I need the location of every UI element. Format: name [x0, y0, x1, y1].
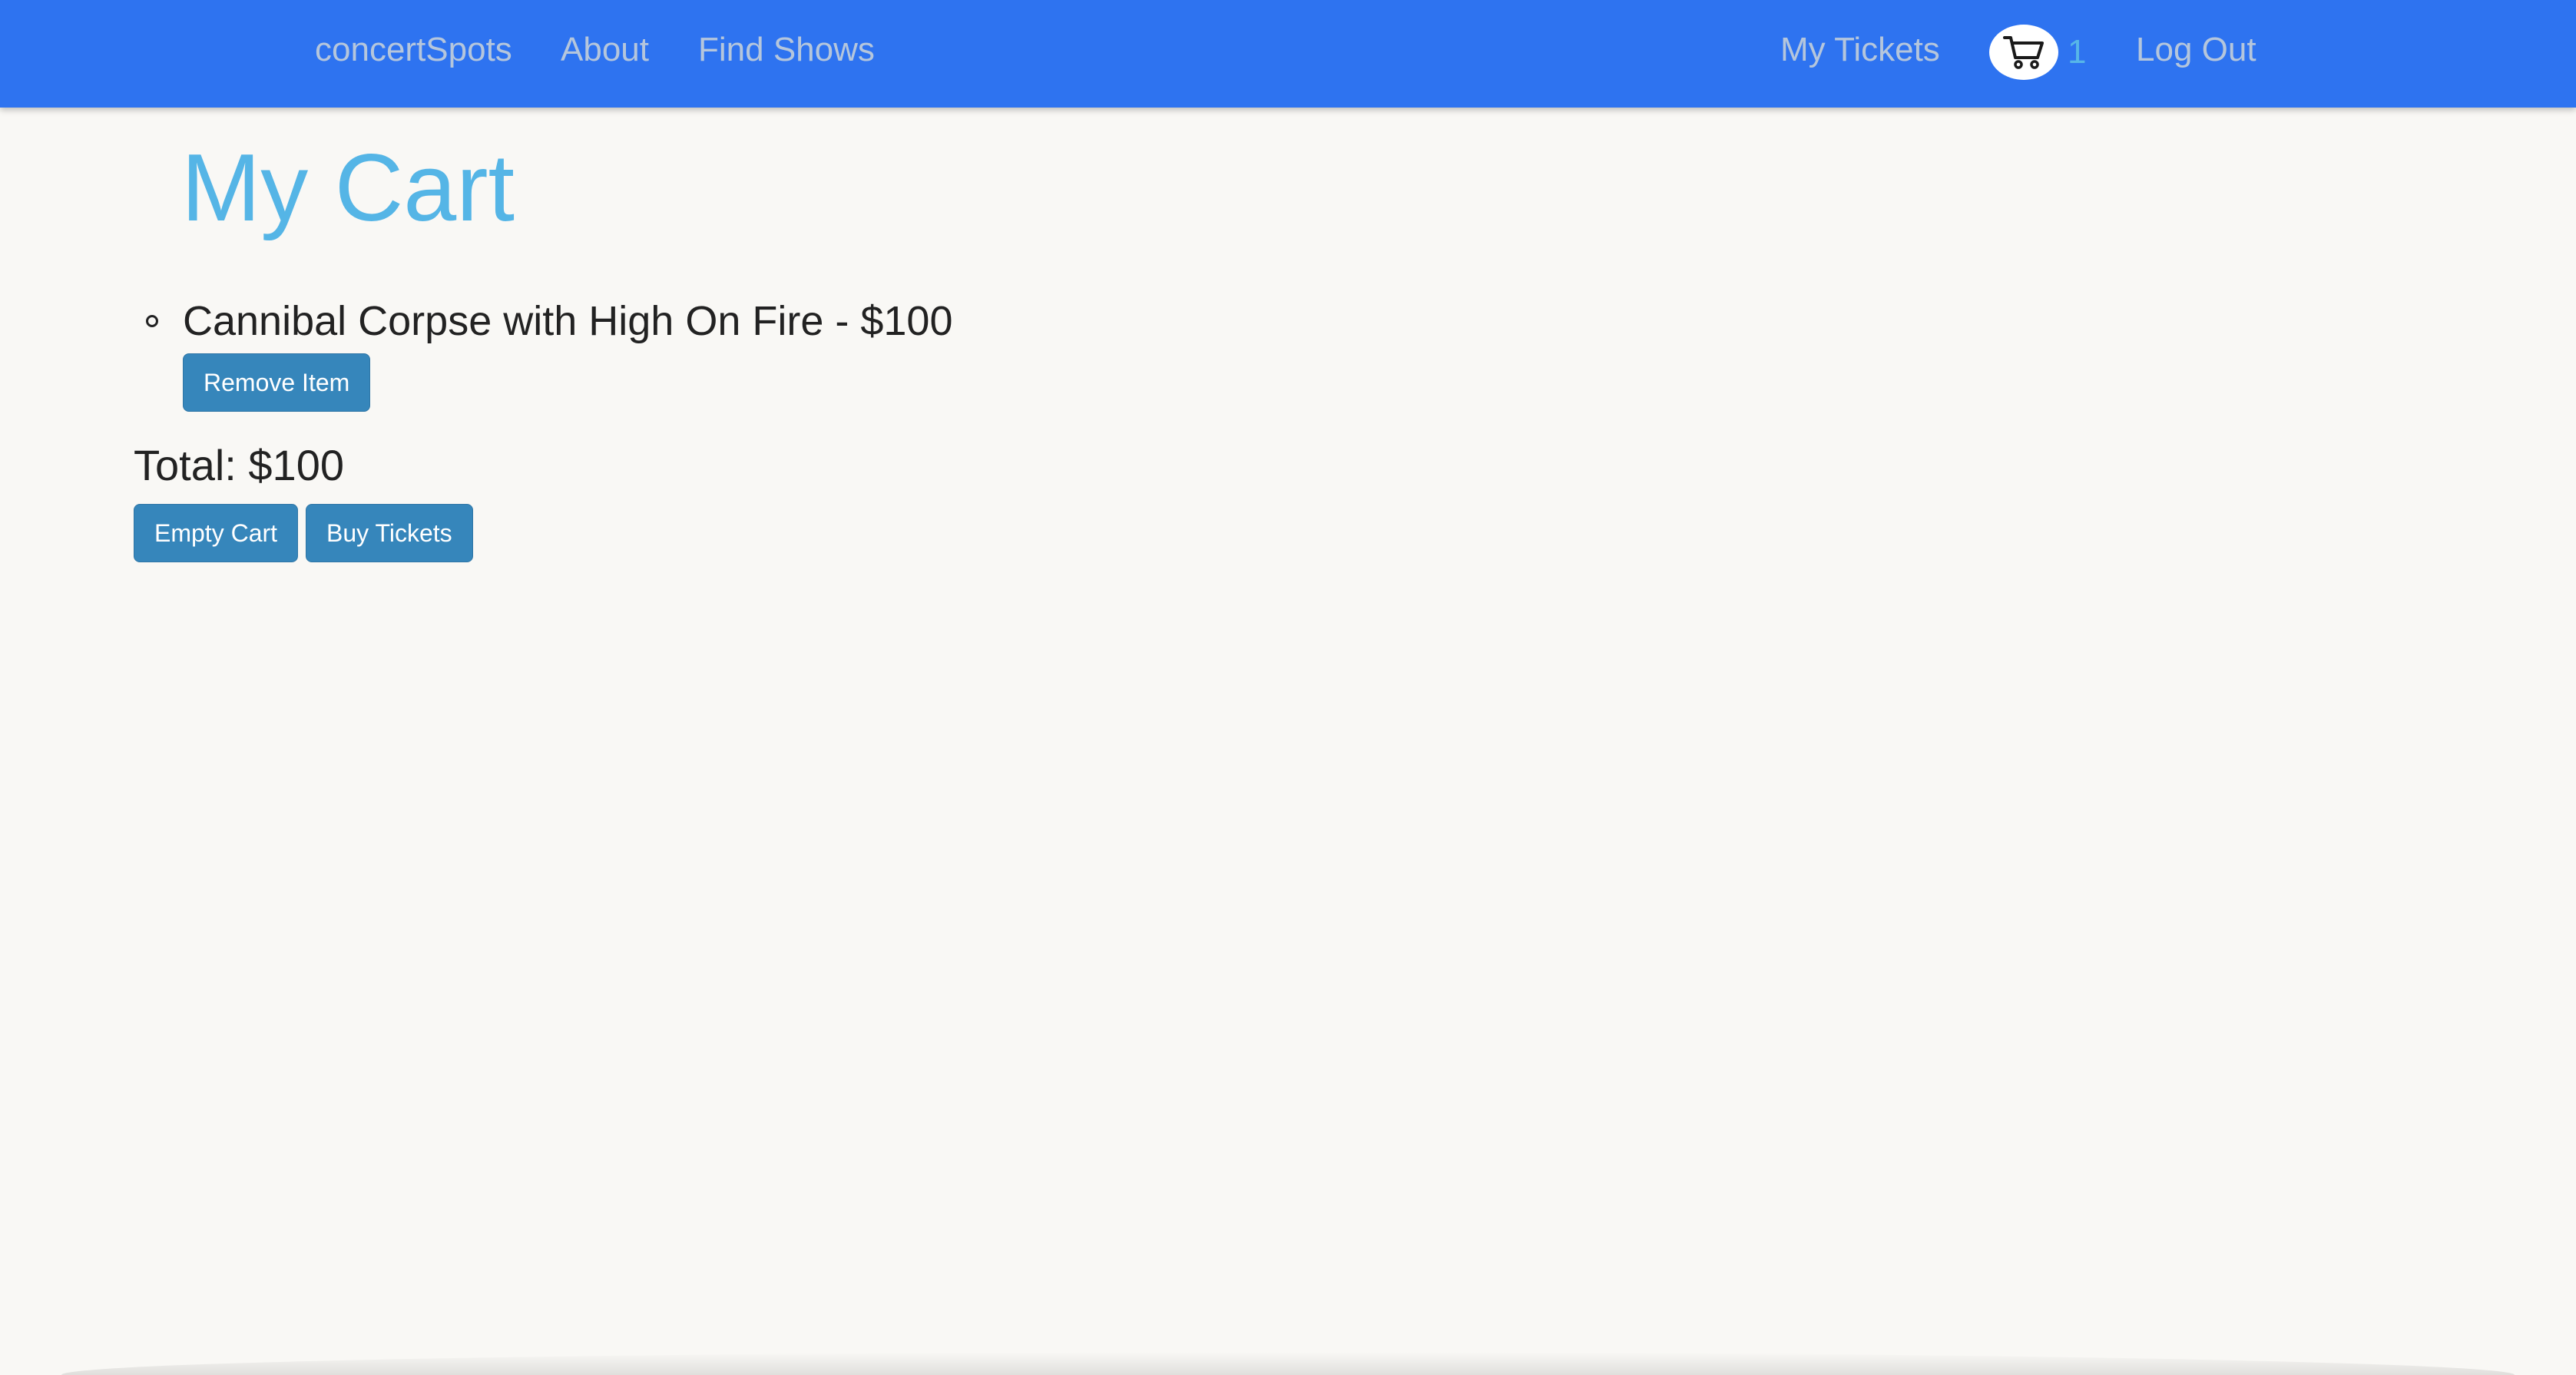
- cart-actions: Empty Cart Buy Tickets: [134, 504, 473, 562]
- shopping-cart-icon: [2003, 36, 2044, 69]
- nav-my-tickets-link[interactable]: My Tickets: [1780, 0, 1940, 100]
- page-title: My Cart: [181, 135, 515, 241]
- remove-item-button[interactable]: Remove Item: [183, 353, 371, 412]
- footer-shadow: [61, 1352, 2515, 1375]
- buy-tickets-button[interactable]: Buy Tickets: [306, 504, 473, 562]
- nav-find-shows-link[interactable]: Find Shows: [698, 0, 875, 100]
- empty-cart-button[interactable]: Empty Cart: [134, 504, 299, 562]
- cart-item-list: Cannibal Corpse with High On Fire - $100…: [134, 289, 952, 412]
- cart-item: Cannibal Corpse with High On Fire - $100…: [134, 289, 952, 412]
- brand-link[interactable]: concertSpots: [315, 0, 512, 100]
- cart-item-text: Cannibal Corpse with High On Fire - $100: [183, 298, 953, 344]
- cart-link[interactable]: 1: [1989, 25, 2086, 80]
- nav-log-out-link[interactable]: Log Out: [2136, 0, 2256, 100]
- nav-about-link[interactable]: About: [561, 0, 649, 100]
- cart-icon-bubble[interactable]: [1989, 25, 2058, 80]
- list-bullet-icon: [146, 315, 158, 327]
- cart-total: Total: $100: [134, 441, 344, 489]
- navbar: concertSpots About Find Shows My Tickets…: [0, 0, 2576, 108]
- cart-count-badge[interactable]: 1: [2068, 33, 2086, 71]
